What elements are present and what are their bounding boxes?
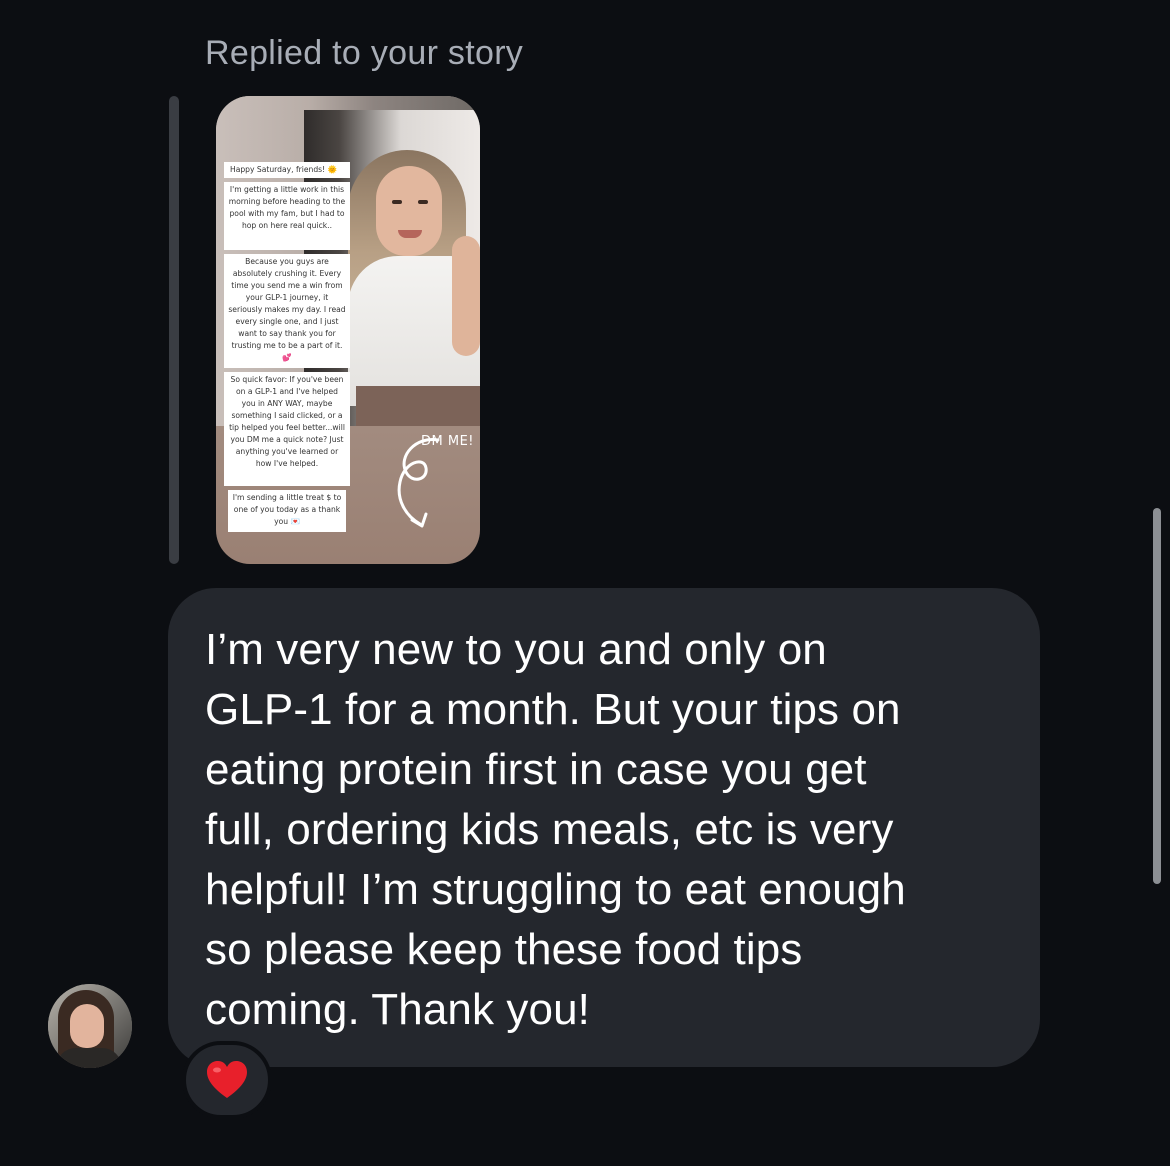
story-note: Because you guys are absolutely crushing… — [224, 254, 350, 368]
person-eye — [418, 200, 428, 204]
reply-header: Replied to your story — [205, 34, 524, 72]
story-note: I'm sending a little treat $ to one of y… — [228, 490, 346, 532]
person-eye — [392, 200, 402, 204]
reaction-badge[interactable] — [182, 1041, 272, 1119]
story-thumbnail[interactable]: Happy Saturday, friends! 🌞 I'm getting a… — [216, 96, 480, 564]
heart-icon — [207, 1061, 247, 1098]
avatar-face — [70, 1004, 104, 1048]
story-note: I'm getting a little work in this mornin… — [224, 182, 350, 250]
scrollbar[interactable] — [1153, 508, 1161, 884]
avatar-shirt — [56, 1048, 122, 1068]
reply-quote-bar — [169, 96, 179, 564]
message-bubble[interactable]: I’m very new to you and only on GLP-1 fo… — [168, 588, 1040, 1067]
story-note: Happy Saturday, friends! 🌞 — [224, 162, 350, 178]
story-note: So quick favor: If you've been on a GLP-… — [224, 372, 350, 486]
sender-avatar[interactable] — [48, 984, 132, 1068]
person-arm — [452, 236, 480, 356]
blanket — [356, 386, 480, 426]
person-face — [376, 166, 442, 256]
curly-arrow-icon — [397, 438, 440, 528]
message-text: I’m very new to you and only on GLP-1 fo… — [205, 625, 906, 1034]
